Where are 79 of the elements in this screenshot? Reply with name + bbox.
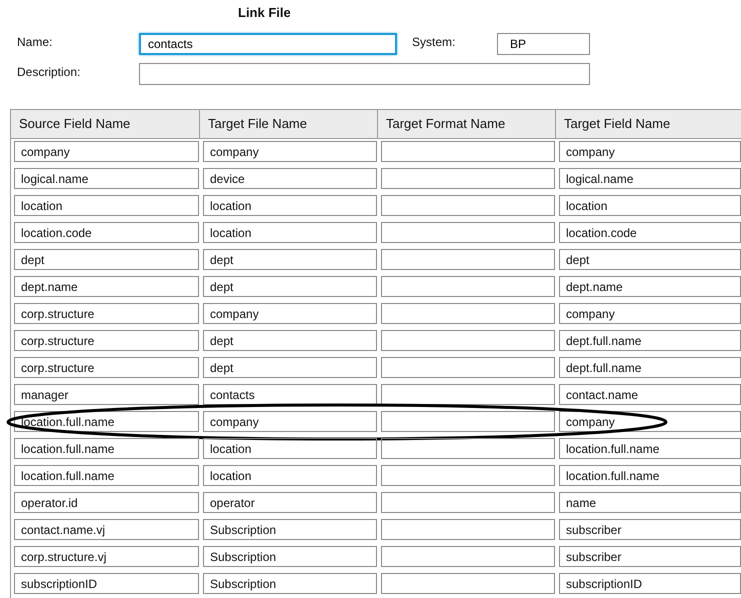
- cell-field[interactable]: subscriber: [559, 519, 741, 540]
- cell-field[interactable]: [381, 519, 555, 540]
- cell-field[interactable]: [381, 303, 555, 324]
- field-label: System:: [412, 34, 456, 49]
- cell-field[interactable]: location.code: [559, 222, 741, 243]
- cell-field[interactable]: corp.structure.vj: [14, 546, 199, 567]
- cell-field[interactable]: [381, 492, 555, 513]
- cell-field[interactable]: location: [559, 195, 741, 216]
- cell-field[interactable]: location: [203, 465, 377, 486]
- cell-field[interactable]: manager: [14, 384, 199, 405]
- cell-field[interactable]: [381, 168, 555, 189]
- cell-field[interactable]: location.full.name: [14, 438, 199, 459]
- cell-field[interactable]: location.full.name: [559, 465, 741, 486]
- cell-field[interactable]: company: [559, 411, 741, 432]
- cell-field[interactable]: company: [203, 141, 377, 162]
- cell-field[interactable]: company: [559, 141, 741, 162]
- cell-field[interactable]: dept: [203, 330, 377, 351]
- field-label: Name:: [17, 34, 54, 49]
- column-header: Target File Name: [200, 110, 378, 138]
- cell-field[interactable]: location.full.name: [14, 411, 199, 432]
- cell-field[interactable]: operator.id: [14, 492, 199, 513]
- cell-field[interactable]: company: [203, 303, 377, 324]
- cell-field[interactable]: Subscription: [203, 546, 377, 567]
- cell-field[interactable]: corp.structure: [14, 330, 199, 351]
- cell-field[interactable]: [381, 384, 555, 405]
- cell-field[interactable]: location: [203, 222, 377, 243]
- cell-field[interactable]: [381, 573, 555, 594]
- cell-field[interactable]: subscriber: [559, 546, 741, 567]
- cell-field[interactable]: dept: [14, 249, 199, 270]
- cell-field[interactable]: operator: [203, 492, 377, 513]
- cell-field[interactable]: contact.name: [559, 384, 741, 405]
- cell-field[interactable]: company: [14, 141, 199, 162]
- cell-field[interactable]: location: [14, 195, 199, 216]
- cell-field[interactable]: dept: [559, 249, 741, 270]
- cell-field[interactable]: location: [203, 438, 377, 459]
- description-field[interactable]: [139, 63, 590, 85]
- cell-field[interactable]: device: [203, 168, 377, 189]
- column-header: Target Format Name: [378, 110, 556, 138]
- cell-field[interactable]: dept.name: [559, 276, 741, 297]
- cell-field[interactable]: corp.structure: [14, 303, 199, 324]
- cell-field[interactable]: location.code: [14, 222, 199, 243]
- cell-field[interactable]: [381, 141, 555, 162]
- cell-field[interactable]: [381, 357, 555, 378]
- cell-field[interactable]: [381, 195, 555, 216]
- cell-field[interactable]: logical.name: [14, 168, 199, 189]
- cell-field[interactable]: contacts: [203, 384, 377, 405]
- column-header: Source Field Name: [11, 110, 200, 138]
- field-label: Description:: [17, 64, 82, 79]
- cell-field[interactable]: dept.full.name: [559, 357, 741, 378]
- cell-field[interactable]: [381, 465, 555, 486]
- cell-field[interactable]: dept: [203, 276, 377, 297]
- cell-field[interactable]: name: [559, 492, 741, 513]
- cell-field[interactable]: contact.name.vj: [14, 519, 199, 540]
- cell-field[interactable]: [381, 546, 555, 567]
- cell-field[interactable]: company: [203, 411, 377, 432]
- cell-field[interactable]: company: [559, 303, 741, 324]
- cell-field[interactable]: location.full.name: [14, 465, 199, 486]
- cell-field[interactable]: [381, 330, 555, 351]
- cell-field[interactable]: [381, 222, 555, 243]
- column-header: Target Field Name: [556, 110, 741, 138]
- cell-field[interactable]: subscriptionID: [559, 573, 741, 594]
- cell-field[interactable]: Subscription: [203, 573, 377, 594]
- cell-field[interactable]: [381, 276, 555, 297]
- cell-field[interactable]: dept: [203, 249, 377, 270]
- cell-field[interactable]: [381, 249, 555, 270]
- cell-field[interactable]: Subscription: [203, 519, 377, 540]
- cell-field[interactable]: logical.name: [559, 168, 741, 189]
- cell-field[interactable]: location: [203, 195, 377, 216]
- dialog-title: Link File: [238, 4, 292, 22]
- cell-field[interactable]: [381, 411, 555, 432]
- identifier-field[interactable]: contacts: [139, 33, 397, 55]
- cell-field[interactable]: corp.structure: [14, 357, 199, 378]
- cell-field[interactable]: dept: [203, 357, 377, 378]
- cell-field[interactable]: subscriptionID: [14, 573, 199, 594]
- cell-field[interactable]: location.full.name: [559, 438, 741, 459]
- cell-field[interactable]: dept.name: [14, 276, 199, 297]
- cell-field[interactable]: dept.full.name: [559, 330, 741, 351]
- cell-field[interactable]: [381, 438, 555, 459]
- system-field[interactable]: BP: [497, 33, 590, 55]
